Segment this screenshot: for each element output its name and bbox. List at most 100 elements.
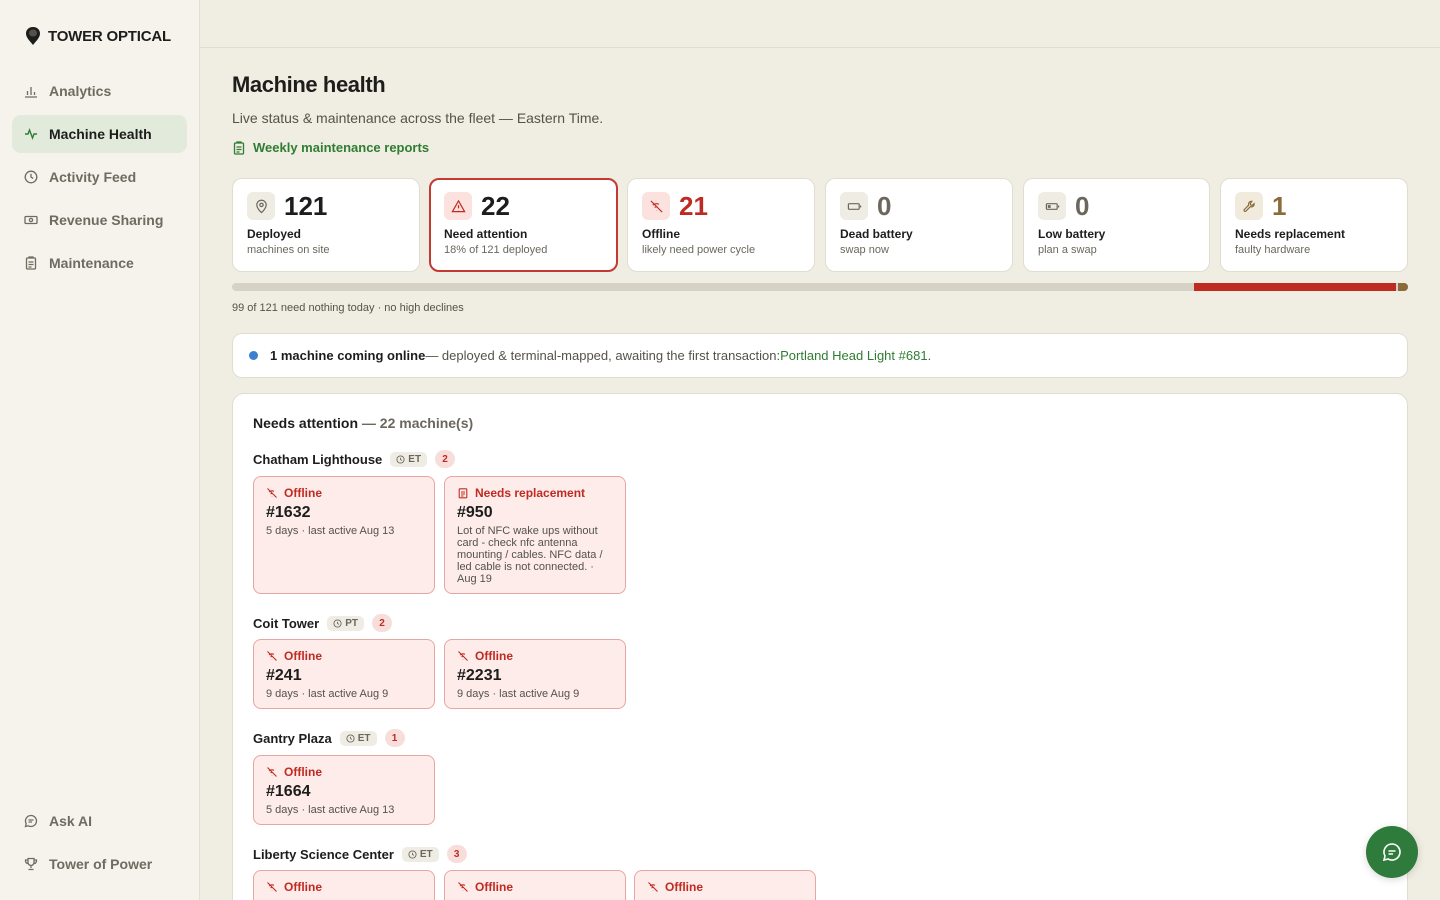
bar-chart-icon (25, 87, 37, 98)
offline-icon (458, 651, 468, 661)
clock-icon (408, 849, 417, 859)
sidebar-item-revenue-sharing[interactable]: Revenue Sharing (12, 201, 187, 239)
clock-icon (24, 170, 38, 184)
count-badge: 3 (446, 845, 467, 863)
stat-value: 22 (481, 191, 510, 221)
machine-id: #950 (457, 504, 493, 521)
portland-head-light-link[interactable]: Portland Head Light #681 (780, 348, 927, 363)
coming-online-banner: 1 machine coming online — deployed & ter… (232, 333, 1408, 378)
location-header-gantry-plaza: Gantry Plaza ET 1 (253, 729, 405, 747)
stat-value: 0 (1075, 191, 1090, 221)
stat-label: Low battery (1038, 227, 1106, 241)
machine-detail: 5 days · last active Aug 13 (266, 804, 395, 816)
stat-sub: plan a swap (1038, 244, 1097, 256)
machine-id: #241 (266, 667, 302, 684)
machine-card-950[interactable]: Needs replacement #950 Lot of NFC wake u… (444, 476, 626, 594)
tower-logo-icon (26, 27, 40, 45)
health-bar-replacement-segment (1398, 283, 1408, 291)
sidebar-item-ask-ai[interactable]: Ask AI (12, 802, 187, 840)
brand-logo[interactable]: TOWER OPTICAL (24, 26, 171, 46)
stat-value: 1 (1272, 191, 1287, 221)
stat-value: 121 (284, 191, 328, 221)
stat-label: Offline (642, 227, 680, 241)
weekly-reports-link[interactable]: Weekly maintenance reports (232, 140, 429, 155)
count-badge: 1 (384, 729, 405, 747)
needs-attention-count: — 22 machine(s) (358, 415, 474, 431)
stat-sub: swap now (840, 244, 889, 256)
machine-detail: 5 days · last active Aug 13 (266, 525, 395, 537)
stat-label: Dead battery (840, 227, 913, 241)
sidebar-item-label: Activity Feed (49, 169, 137, 185)
count-badge: 2 (435, 450, 456, 468)
wrench-icon (1242, 200, 1255, 212)
location-name: Gantry Plaza (253, 730, 332, 746)
offline-icon (648, 882, 658, 892)
machine-status: Offline (284, 649, 322, 663)
offline-icon (267, 488, 277, 498)
chat-bubble-icon (1382, 843, 1401, 862)
sidebar-item-activity-feed[interactable]: Activity Feed (12, 158, 187, 196)
stat-card-needs-replacement[interactable]: 1 Needs replacement faulty hardware (1220, 178, 1408, 272)
stat-card-offline[interactable]: 21 Offline likely need power cycle (627, 178, 815, 272)
machine-status: Offline (284, 486, 322, 500)
cash-icon (24, 215, 38, 225)
location-name: Liberty Science Center (253, 846, 394, 862)
battery-empty-icon (847, 202, 861, 210)
stat-card-dead-battery[interactable]: 0 Dead battery swap now (825, 178, 1013, 272)
sidebar-item-label: Machine Health (49, 126, 152, 142)
stat-sub: faulty hardware (1235, 244, 1311, 256)
machine-card[interactable]: Offline (634, 870, 816, 900)
timezone-label: ET (357, 732, 371, 744)
machine-card-1632[interactable]: Offline #1632 5 days · last active Aug 1… (253, 476, 435, 594)
sidebar: TOWER OPTICAL Analytics Machine Health A… (0, 0, 200, 900)
clipboard-icon (458, 488, 468, 499)
sidebar-item-label: Revenue Sharing (49, 212, 164, 228)
sidebar-item-machine-health[interactable]: Machine Health (12, 115, 187, 153)
sidebar-item-maintenance[interactable]: Maintenance (12, 244, 187, 282)
machine-status: Offline (284, 765, 322, 779)
machine-detail: 9 days · last active Aug 9 (266, 688, 389, 700)
machine-status: Needs replacement (475, 486, 586, 500)
machine-status: Offline (665, 880, 703, 894)
stat-sub: likely need power cycle (642, 244, 756, 256)
machine-card[interactable]: Offline (444, 870, 626, 900)
needs-attention-title: Needs attention (253, 415, 359, 431)
weekly-reports-label: Weekly maintenance reports (253, 140, 430, 155)
sidebar-item-tower-of-power[interactable]: Tower of Power (12, 845, 187, 883)
trophy-icon (24, 857, 38, 871)
machine-card-1664[interactable]: Offline #1664 5 days · last active Aug 1… (253, 755, 435, 825)
health-bar-offline-segment (1194, 283, 1397, 291)
banner-end: . (927, 348, 932, 363)
machine-status: Offline (475, 649, 513, 663)
brand-name: TOWER OPTICAL (48, 27, 171, 45)
chat-button[interactable] (1366, 826, 1418, 878)
machine-id: #2231 (457, 667, 502, 684)
page-subtitle: Live status & maintenance across the fle… (232, 110, 604, 126)
timezone-badge: ET (390, 451, 428, 467)
machine-card[interactable]: Offline (253, 870, 435, 900)
info-dot-icon (249, 351, 258, 360)
battery-low-icon (1045, 202, 1059, 210)
clipboard-icon (233, 140, 245, 155)
timezone-badge: ET (401, 846, 439, 862)
stat-card-low-battery[interactable]: 0 Low battery plan a swap (1023, 178, 1210, 272)
sidebar-item-label: Ask AI (49, 813, 93, 829)
stat-card-need-attention[interactable]: 22 Need attention 18% of 121 deployed (429, 178, 618, 272)
banner-bold: 1 machine coming online (270, 348, 426, 363)
offline-icon (267, 882, 277, 892)
timezone-badge: ET (339, 730, 377, 746)
offline-icon (458, 882, 468, 892)
timezone-label: ET (408, 453, 422, 465)
location-header-liberty-science-center: Liberty Science Center ET 3 (253, 845, 467, 863)
machine-id: #1664 (266, 783, 311, 800)
health-note: 99 of 121 need nothing today · no high d… (232, 302, 464, 314)
machine-card-2231[interactable]: Offline #2231 9 days · last active Aug 9 (444, 639, 626, 709)
clock-icon (396, 454, 405, 464)
timezone-badge: PT (327, 615, 364, 631)
sidebar-item-analytics[interactable]: Analytics (12, 72, 187, 110)
offline-icon (267, 767, 277, 777)
chat-icon (24, 814, 38, 828)
machine-status: Offline (475, 880, 513, 894)
stat-card-deployed[interactable]: 121 Deployed machines on site (232, 178, 420, 272)
machine-card-241[interactable]: Offline #241 9 days · last active Aug 9 (253, 639, 435, 709)
